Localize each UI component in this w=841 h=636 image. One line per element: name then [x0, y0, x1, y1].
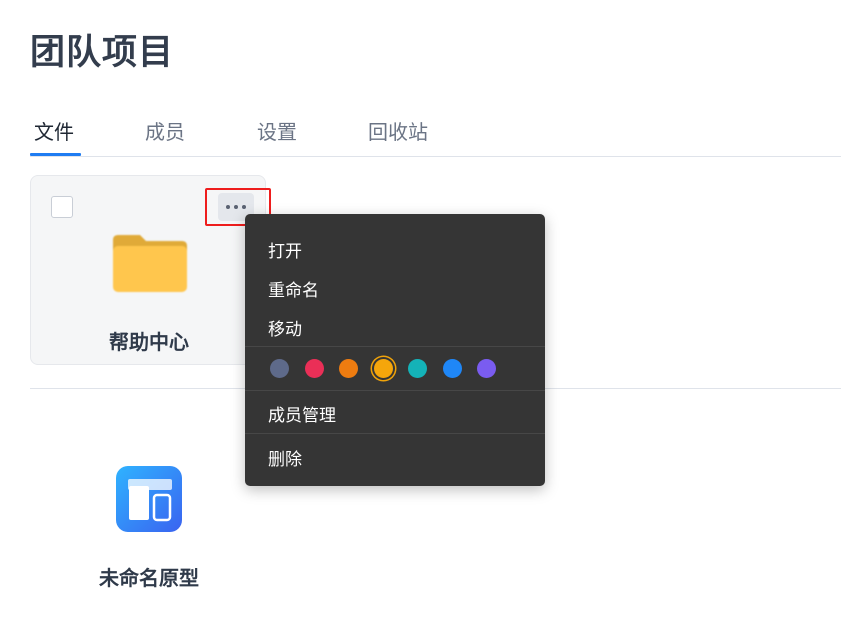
color-swatch[interactable]	[373, 359, 393, 378]
color-swatch[interactable]	[270, 359, 289, 378]
menu-separator	[245, 433, 545, 434]
menu-item-delete[interactable]: 删除	[268, 445, 302, 470]
folder-icon	[113, 235, 187, 292]
select-checkbox[interactable]	[51, 196, 73, 218]
color-swatch[interactable]	[477, 359, 496, 378]
color-swatch[interactable]	[339, 359, 358, 378]
page-title: 团队项目	[30, 33, 175, 73]
tab-bar: 文件 成员 设置 回收站	[30, 112, 841, 157]
menu-separator	[245, 390, 545, 391]
more-icon	[226, 205, 230, 209]
menu-item-rename[interactable]: 重命名	[268, 276, 319, 301]
menu-item-open[interactable]: 打开	[268, 237, 302, 262]
color-swatch[interactable]	[408, 359, 427, 378]
active-tab-indicator	[30, 153, 81, 156]
folder-card[interactable]: 帮助中心	[30, 175, 266, 365]
menu-separator	[245, 346, 545, 347]
color-swatch[interactable]	[304, 359, 324, 378]
context-menu: 打开 重命名 移动 成员管理 删除	[245, 214, 545, 486]
prototype-item[interactable]: 未命名原型	[80, 460, 220, 590]
menu-item-move[interactable]: 移动	[268, 315, 302, 340]
prototype-name: 未命名原型	[99, 566, 199, 590]
folder-name: 帮助中心	[109, 330, 189, 354]
tab-members[interactable]: 成员	[145, 116, 185, 145]
tab-settings[interactable]: 设置	[257, 116, 297, 145]
prototype-icon	[116, 466, 182, 532]
tab-files[interactable]: 文件	[34, 116, 74, 145]
menu-item-member-management[interactable]: 成员管理	[268, 401, 336, 426]
tab-recycle-bin[interactable]: 回收站	[368, 116, 428, 145]
color-swatch[interactable]	[442, 359, 462, 378]
